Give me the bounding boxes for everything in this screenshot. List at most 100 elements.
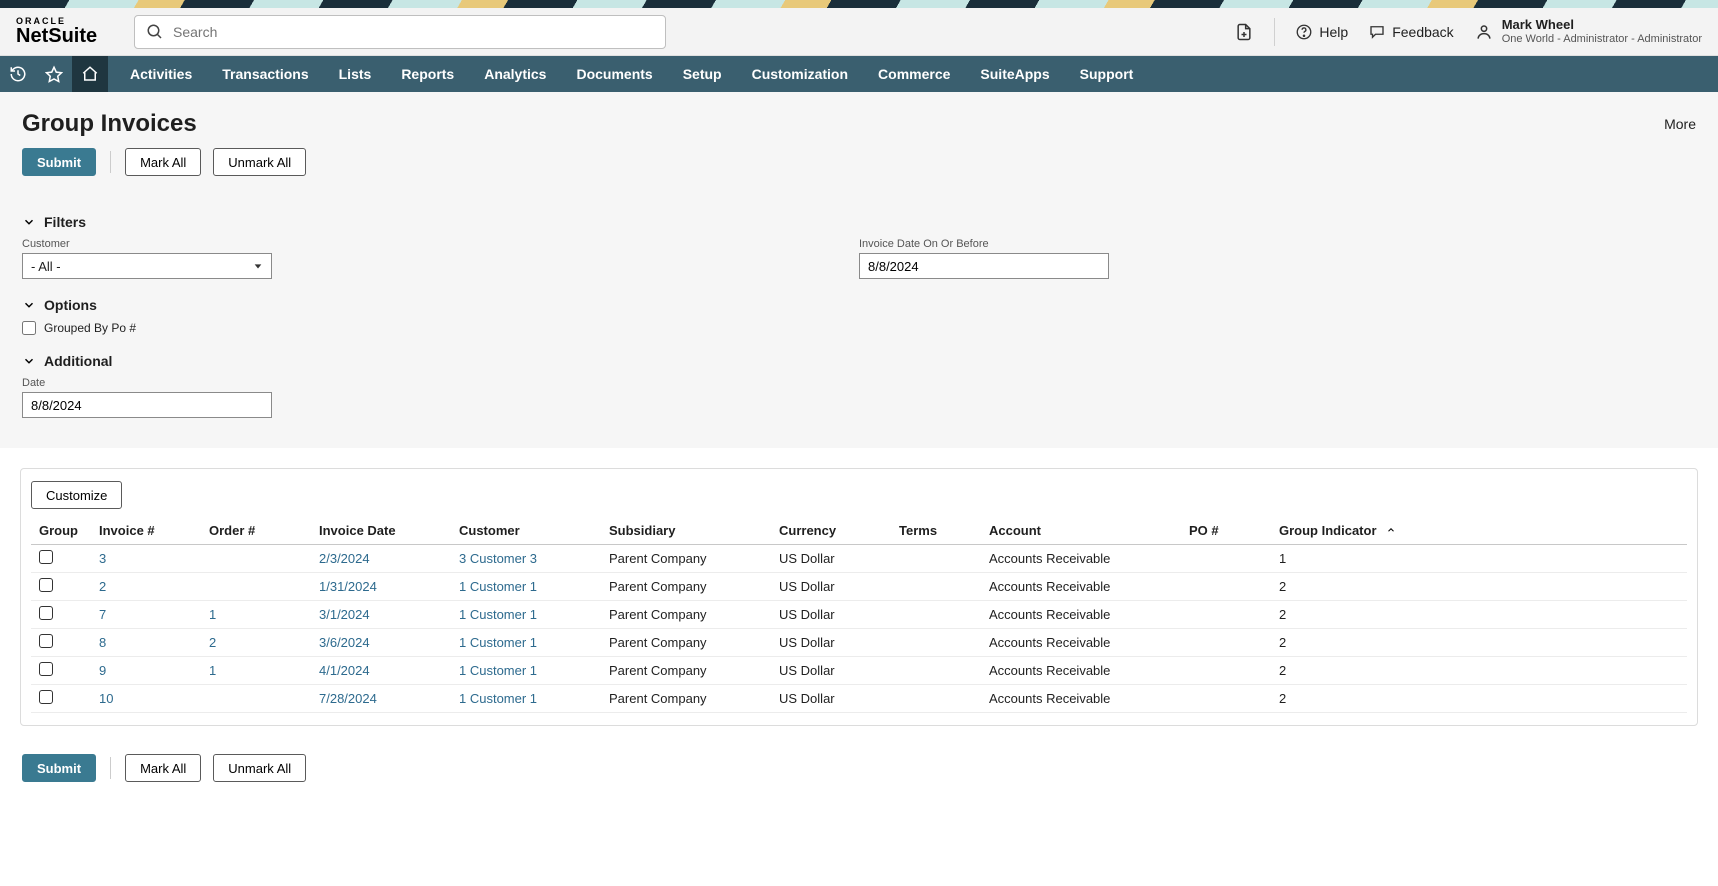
search-icon — [146, 23, 164, 41]
cell-invoice-num[interactable]: 3 — [91, 545, 201, 573]
cell-invoice-date[interactable]: 4/1/2024 — [311, 657, 451, 685]
cell-invoice-num[interactable]: 9 — [91, 657, 201, 685]
cell-invoice-num[interactable]: 10 — [91, 685, 201, 713]
cell-account: Accounts Receivable — [981, 545, 1181, 573]
feedback-link[interactable]: Feedback — [1368, 23, 1453, 41]
submit-button[interactable]: Submit — [22, 148, 96, 176]
col-group[interactable]: Group — [31, 517, 91, 545]
nav-item-suiteapps[interactable]: SuiteApps — [980, 66, 1049, 82]
cell-subsidiary: Parent Company — [601, 657, 771, 685]
page-header: Group Invoices More — [0, 92, 1718, 148]
cell-customer[interactable]: 1 Customer 1 — [451, 601, 601, 629]
cell-customer[interactable]: 1 Customer 1 — [451, 629, 601, 657]
cell-po-num — [1181, 545, 1271, 573]
chevron-down-icon — [22, 354, 36, 368]
col-order-num[interactable]: Order # — [201, 517, 311, 545]
nav-item-reports[interactable]: Reports — [401, 66, 454, 82]
col-subsidiary[interactable]: Subsidiary — [601, 517, 771, 545]
col-po-num[interactable]: PO # — [1181, 517, 1271, 545]
cell-customer[interactable]: 3 Customer 3 — [451, 545, 601, 573]
unmark-all-button[interactable]: Unmark All — [213, 148, 306, 176]
cell-invoice-num[interactable]: 2 — [91, 573, 201, 601]
cell-customer[interactable]: 1 Customer 1 — [451, 657, 601, 685]
cell-account: Accounts Receivable — [981, 601, 1181, 629]
dropdown-caret-icon — [253, 261, 263, 271]
row-checkbox[interactable] — [39, 634, 53, 648]
cell-group-indicator: 2 — [1271, 601, 1687, 629]
cell-currency: US Dollar — [771, 545, 891, 573]
col-invoice-date[interactable]: Invoice Date — [311, 517, 451, 545]
col-invoice-num[interactable]: Invoice # — [91, 517, 201, 545]
date-field-label: Date — [22, 377, 1696, 389]
cell-customer[interactable]: 1 Customer 1 — [451, 573, 601, 601]
nav-home-icon[interactable] — [72, 56, 108, 92]
help-link[interactable]: Help — [1295, 23, 1348, 41]
filters-section-toggle[interactable]: Filters — [22, 214, 1696, 230]
unmark-all-button-bottom[interactable]: Unmark All — [213, 754, 306, 782]
nav-item-setup[interactable]: Setup — [683, 66, 722, 82]
cell-order-num[interactable]: 2 — [201, 629, 311, 657]
customer-filter-label: Customer — [22, 238, 859, 250]
options-section-toggle[interactable]: Options — [22, 297, 1696, 313]
mark-all-button-bottom[interactable]: Mark All — [125, 754, 201, 782]
grouped-by-po-checkbox[interactable] — [22, 321, 36, 335]
row-checkbox[interactable] — [39, 578, 53, 592]
col-account[interactable]: Account — [981, 517, 1181, 545]
cell-currency: US Dollar — [771, 629, 891, 657]
cell-group-indicator: 2 — [1271, 657, 1687, 685]
customer-filter-select[interactable]: - All - — [22, 253, 272, 279]
row-checkbox[interactable] — [39, 662, 53, 676]
action-bar-bottom: Submit Mark All Unmark All — [0, 746, 1718, 806]
cell-invoice-date[interactable]: 1/31/2024 — [311, 573, 451, 601]
cell-invoice-num[interactable]: 7 — [91, 601, 201, 629]
invoice-date-filter-label: Invoice Date On Or Before — [859, 238, 1696, 250]
customize-button[interactable]: Customize — [31, 481, 122, 509]
cell-group-indicator: 1 — [1271, 545, 1687, 573]
cell-order-num[interactable]: 1 — [201, 601, 311, 629]
nav-item-analytics[interactable]: Analytics — [484, 66, 546, 82]
date-field-input[interactable] — [22, 392, 272, 418]
additional-section-toggle[interactable]: Additional — [22, 353, 1696, 369]
invoice-date-filter-input[interactable] — [859, 253, 1109, 279]
row-checkbox[interactable] — [39, 550, 53, 564]
nav-history-icon[interactable] — [0, 56, 36, 92]
cell-order-num[interactable] — [201, 685, 311, 713]
nav-item-activities[interactable]: Activities — [130, 66, 192, 82]
nav-item-commerce[interactable]: Commerce — [878, 66, 950, 82]
user-menu[interactable]: Mark Wheel One World - Administrator - A… — [1474, 17, 1702, 47]
cell-customer[interactable]: 1 Customer 1 — [451, 685, 601, 713]
more-link[interactable]: More — [1664, 116, 1696, 132]
cell-invoice-date[interactable]: 3/6/2024 — [311, 629, 451, 657]
row-checkbox[interactable] — [39, 606, 53, 620]
cell-account: Accounts Receivable — [981, 685, 1181, 713]
nav-item-lists[interactable]: Lists — [339, 66, 372, 82]
cell-invoice-date[interactable]: 2/3/2024 — [311, 545, 451, 573]
search-input[interactable] — [134, 15, 666, 49]
submit-button-bottom[interactable]: Submit — [22, 754, 96, 782]
nav-item-transactions[interactable]: Transactions — [222, 66, 308, 82]
nav-item-support[interactable]: Support — [1080, 66, 1134, 82]
nav-item-customization[interactable]: Customization — [752, 66, 848, 82]
row-checkbox[interactable] — [39, 690, 53, 704]
table-row: 32/3/20243 Customer 3Parent CompanyUS Do… — [31, 545, 1687, 573]
create-record-icon[interactable] — [1234, 22, 1254, 42]
cell-order-num[interactable] — [201, 573, 311, 601]
main-nav: Activities Transactions Lists Reports Analyt… — [0, 56, 1718, 92]
grouped-by-po-label: Grouped By Po # — [44, 321, 136, 335]
global-search — [134, 15, 666, 49]
col-terms[interactable]: Terms — [891, 517, 981, 545]
cell-invoice-date[interactable]: 3/1/2024 — [311, 601, 451, 629]
cell-invoice-num[interactable]: 8 — [91, 629, 201, 657]
cell-invoice-date[interactable]: 7/28/2024 — [311, 685, 451, 713]
cell-order-num[interactable]: 1 — [201, 657, 311, 685]
chevron-down-icon — [22, 215, 36, 229]
col-group-indicator[interactable]: Group Indicator — [1271, 517, 1687, 545]
cell-po-num — [1181, 573, 1271, 601]
help-label: Help — [1319, 24, 1348, 40]
col-currency[interactable]: Currency — [771, 517, 891, 545]
nav-favorites-icon[interactable] — [36, 56, 72, 92]
col-customer[interactable]: Customer — [451, 517, 601, 545]
nav-item-documents[interactable]: Documents — [576, 66, 652, 82]
cell-order-num[interactable] — [201, 545, 311, 573]
mark-all-button[interactable]: Mark All — [125, 148, 201, 176]
